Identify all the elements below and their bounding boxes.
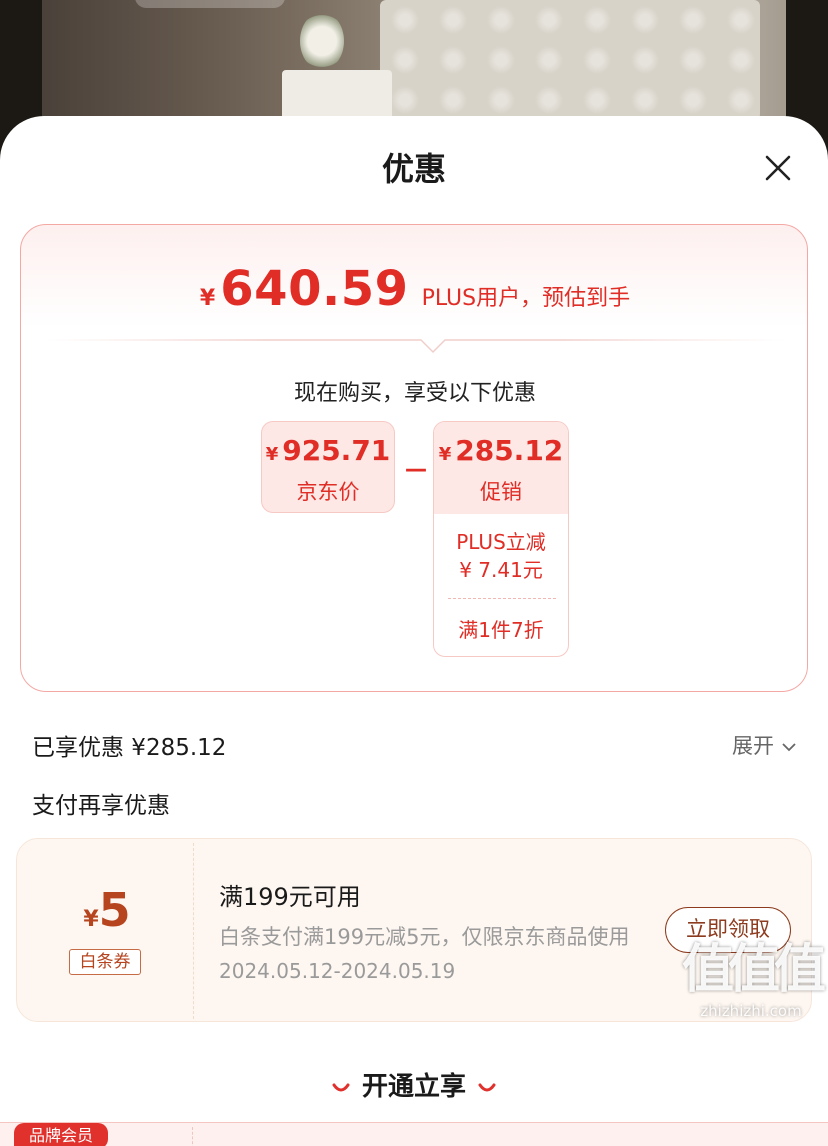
enjoyed-discount-label: 已享优惠 ¥285.12 [32,735,227,761]
coupon-title: 满199元可用 [219,883,361,911]
pay-section-title: 支付再享优惠 [32,793,170,819]
bed-headboard [380,0,760,120]
coupon-face-value: ¥5 [77,883,137,937]
coupon-type-tag: 白条券 [69,949,141,975]
currency-symbol: ¥ [199,286,216,311]
currency-symbol: ¥ [83,907,99,932]
estimated-price-row: ¥ 640.59 PLUS用户，预估到手 [21,261,809,317]
brand-membership-card[interactable]: 品牌会员 [0,1122,828,1146]
close-icon [765,155,791,181]
coupon-value: 5 [98,883,131,937]
close-button[interactable] [760,150,796,186]
plus-discount-title: PLUS立减 [456,530,546,554]
jd-price-box: ¥925.71 京东价 [261,421,395,513]
plus-discount-item: PLUS立减 ¥ 7.41元 [434,528,568,584]
coupon-description: 白条支付满199元减5元，仅限京东商品使用 [219,925,630,949]
currency-symbol: ¥ [265,444,279,465]
promotion-box: ¥285.12 促销 PLUS立减 ¥ 7.41元 满1件7折 [433,421,569,657]
jd-price-value: 925.71 [282,434,391,467]
expand-label: 展开 [732,734,774,758]
estimated-price-note: PLUS用户，预估到手 [421,286,631,311]
brand-member-badge: 品牌会员 [14,1123,108,1146]
chevron-down-icon [782,743,796,752]
promotion-amount: ¥285.12 [434,434,568,467]
breakdown-intro: 现在购买，享受以下优惠 [293,381,536,406]
smile-decoration-icon [478,1083,496,1091]
coupon-separator [193,843,194,1019]
promotion-value: 285.12 [455,434,564,467]
estimated-price: 640.59 [220,261,409,317]
photo-indicator [135,0,285,8]
site-watermark: 值值值 zhizhizhi.com [676,940,826,1020]
currency-symbol: ¥ [438,444,452,465]
watermark-logo: 值值值 [681,940,826,1000]
plus-discount-amount: ¥ 7.41元 [459,558,543,582]
price-breakdown-card: ¥ 640.59 PLUS用户，预估到手 现在购买，享受以下优惠 ¥925.71… [20,224,808,692]
membership-title: 开通立享 [361,1072,466,1102]
watermark-domain: zhizhizhi.com [700,1002,802,1020]
minus-operator: － [403,457,430,487]
member-card-separator [192,1127,193,1146]
coupon-validity: 2024.05.12-2024.05.19 [219,959,456,983]
sheet-title: 优惠 [381,150,446,188]
membership-section-title: 开通立享 [0,1066,828,1103]
promotion-divider [448,598,556,599]
divider-line [43,339,787,354]
flower-vase [300,12,344,70]
quantity-discount-item: 满1件7折 [458,618,544,642]
jd-price-amount: ¥925.71 [262,434,394,467]
promotion-label: 促销 [480,480,522,504]
smile-decoration-icon [332,1083,350,1091]
jd-price-label: 京东价 [296,480,360,504]
expand-button[interactable]: 展开 [732,730,797,760]
